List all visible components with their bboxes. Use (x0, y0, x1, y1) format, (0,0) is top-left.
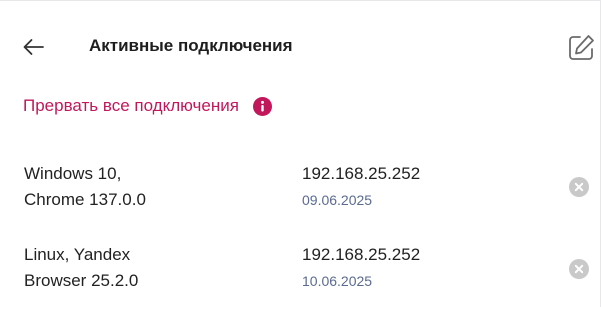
session-device-os: Linux, Yandex (24, 245, 131, 264)
info-icon[interactable] (252, 96, 272, 116)
terminate-all-sessions-button[interactable]: Прервать все подключения (23, 94, 272, 118)
edit-icon (566, 33, 596, 63)
session-date: 09.06.2025 (302, 192, 373, 208)
close-icon (569, 259, 589, 279)
page-title: Активные подключения (89, 36, 293, 55)
session-item: Windows 10, Chrome 137.0.0 192.168.25.25… (0, 161, 601, 237)
session-device-browser: Browser 25.2.0 (24, 271, 139, 290)
terminate-all-label: Прервать все подключения (23, 96, 239, 115)
terminate-session-button[interactable] (569, 177, 589, 197)
panel-header: Активные подключения (0, 0, 601, 92)
session-device-os: Windows 10, (24, 164, 122, 183)
arrow-left-icon (22, 38, 44, 56)
session-device: Windows 10, Chrome 137.0.0 (24, 161, 254, 213)
back-button[interactable] (18, 34, 48, 60)
session-device: Linux, Yandex Browser 25.2.0 (24, 242, 254, 294)
close-icon (569, 177, 589, 197)
active-sessions-panel: Активные подключения Прервать все подклю… (0, 0, 601, 307)
edit-button[interactable] (564, 31, 598, 65)
terminate-session-button[interactable] (569, 259, 589, 279)
session-date: 10.06.2025 (302, 273, 373, 289)
session-ip: 192.168.25.252 (302, 245, 421, 264)
session-ip: 192.168.25.252 (302, 164, 421, 183)
session-device-browser: Chrome 137.0.0 (24, 190, 146, 209)
